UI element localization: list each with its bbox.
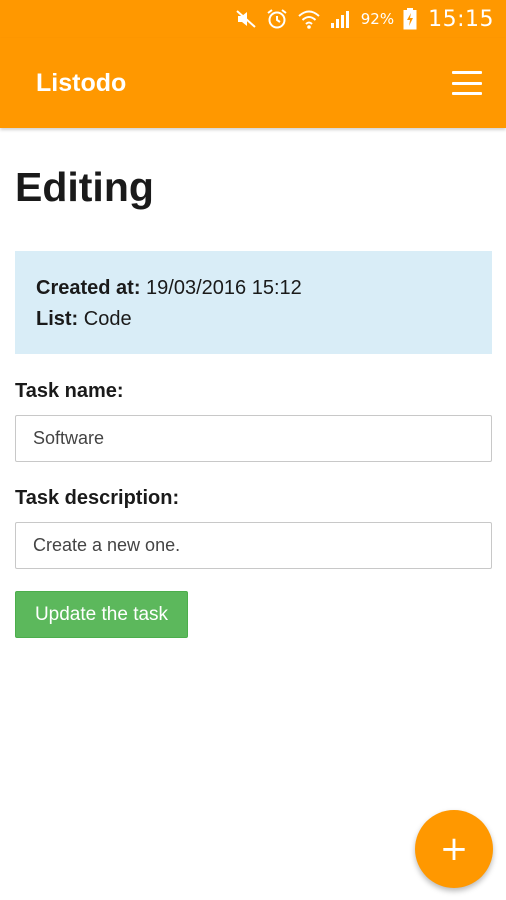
menu-line [452,71,482,74]
list-value: Code [83,308,132,330]
task-description-label: Task description: [15,487,180,509]
muted-icon [236,10,256,28]
add-task-fab[interactable]: + [415,810,493,888]
wifi-icon [298,10,320,29]
task-name-label: Task name: [15,380,124,402]
status-time: 15:15 [428,6,494,32]
task-name-input[interactable] [15,415,492,462]
page-title: Editing [15,164,154,210]
update-task-button[interactable]: Update the task [15,591,188,638]
created-at-label: Created at: [36,277,141,299]
plus-icon: + [439,829,469,869]
hamburger-menu-icon[interactable] [452,71,482,95]
menu-line [452,92,482,95]
list-row: List: Code [36,304,471,335]
menu-line [452,81,482,85]
signal-icon [330,11,349,28]
status-bar: 92% 15:15 [0,0,506,38]
alarm-icon [267,9,287,29]
task-description-input[interactable] [15,522,492,569]
created-at-row: Created at: 19/03/2016 15:12 [36,273,471,304]
battery-percent: 92% [360,10,395,28]
list-label: List: [36,308,79,330]
app-bar: Listodo [0,38,506,128]
created-at-value: 19/03/2016 15:12 [146,277,302,299]
battery-icon [403,8,417,30]
app-title: Listodo [36,68,127,97]
task-info-box: Created at: 19/03/2016 15:12 List: Code [15,251,492,354]
